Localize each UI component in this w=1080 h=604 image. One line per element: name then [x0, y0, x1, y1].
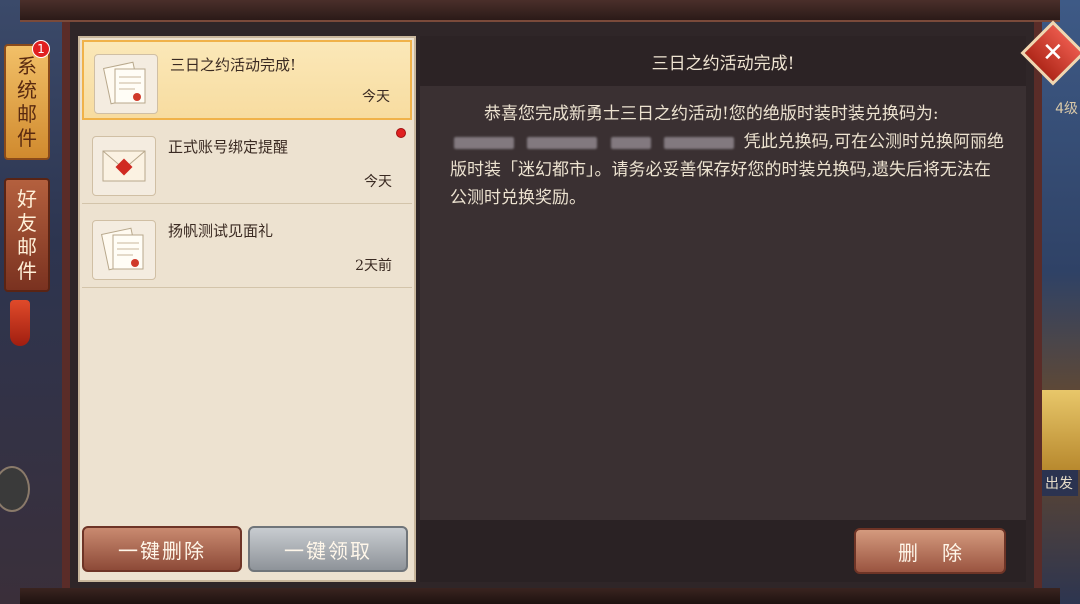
- tab-system-mail[interactable]: 系 统 邮 件: [4, 44, 50, 160]
- tab-char: 邮: [17, 102, 37, 126]
- redacted-code: [527, 136, 598, 149]
- mail-detail-panel: 三日之约活动完成! 恭喜您完成新勇士三日之约活动!您的绝版时装时装兑换码为: 凭…: [420, 36, 1026, 582]
- mail-date: 今天: [362, 89, 390, 105]
- tab-char: 邮: [17, 235, 37, 259]
- unread-dot-icon: [396, 128, 406, 138]
- background-gold-plate: [1040, 390, 1080, 470]
- redacted-code: [664, 136, 735, 149]
- mail-list-item[interactable]: 扬帆测试见面礼 2天前: [82, 208, 412, 288]
- redacted-code: [610, 136, 651, 149]
- top-wood-bar: [20, 0, 1060, 22]
- delete-mail-button[interactable]: 删除: [854, 528, 1006, 574]
- mail-title: 三日之约活动完成!: [170, 56, 297, 74]
- tab-char: 系: [17, 54, 37, 78]
- tab-char: 友: [17, 211, 37, 235]
- mail-list-footer: 一键删除 一键领取: [80, 514, 414, 580]
- mail-list-panel: 三日之约活动完成! 今天 正式账号绑定提醒 今天 扬帆测试见面礼 2天前 一键删…: [78, 36, 416, 582]
- tab-char: 件: [17, 126, 37, 150]
- mail-date: 今天: [364, 174, 392, 190]
- mail-title: 扬帆测试见面礼: [168, 222, 274, 240]
- tab-friend-mail[interactable]: 好 友 邮 件: [4, 178, 50, 292]
- tab-unread-badge: 1: [32, 40, 50, 58]
- claim-all-button[interactable]: 一键领取: [248, 526, 408, 572]
- mail-list-item[interactable]: 三日之约活动完成! 今天: [82, 40, 412, 120]
- mail-body-text-part1: 恭喜您完成新勇士三日之约活动!您的绝版时装时装兑换码为:: [484, 104, 939, 124]
- letter-paper-icon: [94, 54, 158, 114]
- sealed-envelope-icon: [92, 136, 156, 196]
- mail-list-item[interactable]: 正式账号绑定提醒 今天: [82, 124, 412, 204]
- tab-char: 统: [17, 78, 37, 102]
- tab-char: 好: [17, 187, 37, 211]
- mail-detail-footer: 删除: [420, 520, 1026, 582]
- mail-detail-title: 三日之约活动完成!: [420, 36, 1026, 86]
- redacted-code: [454, 136, 514, 149]
- mail-title: 正式账号绑定提醒: [168, 138, 289, 156]
- background-depart-label: 出发: [1040, 470, 1078, 496]
- mail-date: 2天前: [355, 258, 392, 274]
- letter-paper-icon: [92, 220, 156, 280]
- delete-all-button[interactable]: 一键删除: [82, 526, 242, 572]
- close-icon: ✕: [1042, 37, 1064, 68]
- bottom-wood-bar: [20, 588, 1060, 604]
- tab-char: 件: [17, 259, 37, 283]
- background-level-text: 4级: [1055, 101, 1078, 117]
- tassel-decoration: [10, 300, 30, 346]
- mail-detail-body: 恭喜您完成新勇士三日之约活动!您的绝版时装时装兑换码为: 凭此兑换码,可在公测时…: [450, 100, 1006, 212]
